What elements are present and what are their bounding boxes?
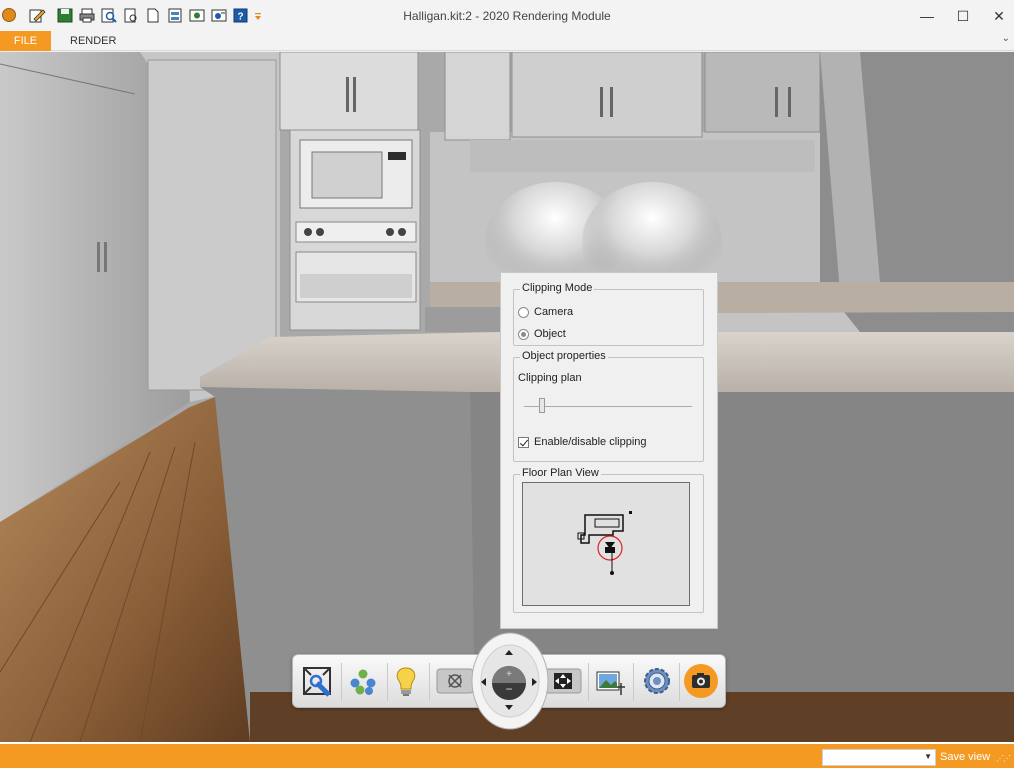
clipping-panel: Clipping Mode Camera Object Object prope… [500,272,718,629]
object-properties-title: Object properties [520,350,608,362]
clipping-mode-title: Clipping Mode [520,282,595,294]
radio-camera-label: Camera [534,306,574,318]
save-view-button[interactable]: Save view [940,751,990,763]
radio-camera-circle[interactable] [518,306,529,318]
window-title: Halligan.kit:2 - 2020 Rendering Module [403,9,611,23]
clipping-plan-slider-track[interactable] [524,406,692,407]
radio-object-label: Object [534,328,566,340]
tab-file[interactable]: FILE [0,31,51,51]
materials-icon[interactable] [343,661,383,701]
maximize-button[interactable]: ☐ [948,4,978,28]
camera-snapshot-icon[interactable] [681,661,721,701]
zoom-minus-icon[interactable]: − [505,682,512,696]
floor-plan-view[interactable] [522,482,690,606]
enable-clipping-checkbox[interactable] [518,436,529,448]
radio-camera[interactable]: Camera [518,304,573,320]
object-properties-group: Object properties Clipping plan Enable/d… [513,350,704,462]
fullscreen-icon[interactable] [543,661,583,701]
floor-plan-group: Floor Plan View [513,467,704,613]
minimize-button[interactable]: — [912,4,942,28]
fit-view-icon[interactable] [297,661,337,701]
saved-view-select[interactable]: ▼ [822,749,936,766]
image-settings-icon[interactable] [591,661,631,701]
radio-object-circle[interactable] [518,328,529,340]
zoom-plus-icon[interactable]: + [506,669,512,680]
enable-clipping-label: Enable/disable clipping [534,436,647,448]
enable-clipping-row[interactable]: Enable/disable clipping [518,435,647,449]
settings-gear-icon[interactable] [637,661,677,701]
clipping-plan-label: Clipping plan [518,372,582,384]
floor-plan-drawing [577,511,632,575]
ribbon-collapse-icon[interactable]: ⌄ [1002,33,1010,44]
tab-render[interactable]: RENDER [70,31,116,51]
chevron-down-icon[interactable]: ▼ [924,752,932,761]
close-button[interactable]: ✕ [984,4,1014,28]
reset-navigation-icon[interactable] [435,661,475,701]
radio-object[interactable]: Object [518,326,566,342]
title-bar: ? Halligan.kit:2 - 2020 Rendering Module… [0,0,1014,31]
clipping-plan-slider-thumb[interactable] [539,398,546,413]
clipping-mode-group: Clipping Mode Camera Object [513,282,704,346]
lighting-icon[interactable] [386,661,426,701]
ribbon-tab-row: FILE RENDER ⌄ [0,31,1014,51]
navigation-ring[interactable]: + − [471,631,549,731]
status-bar: ▼ Save view ⋰⋰ [0,742,1014,768]
floor-plan-title: Floor Plan View [520,467,601,479]
resize-grip-icon[interactable]: ⋰⋰ [996,754,1011,763]
